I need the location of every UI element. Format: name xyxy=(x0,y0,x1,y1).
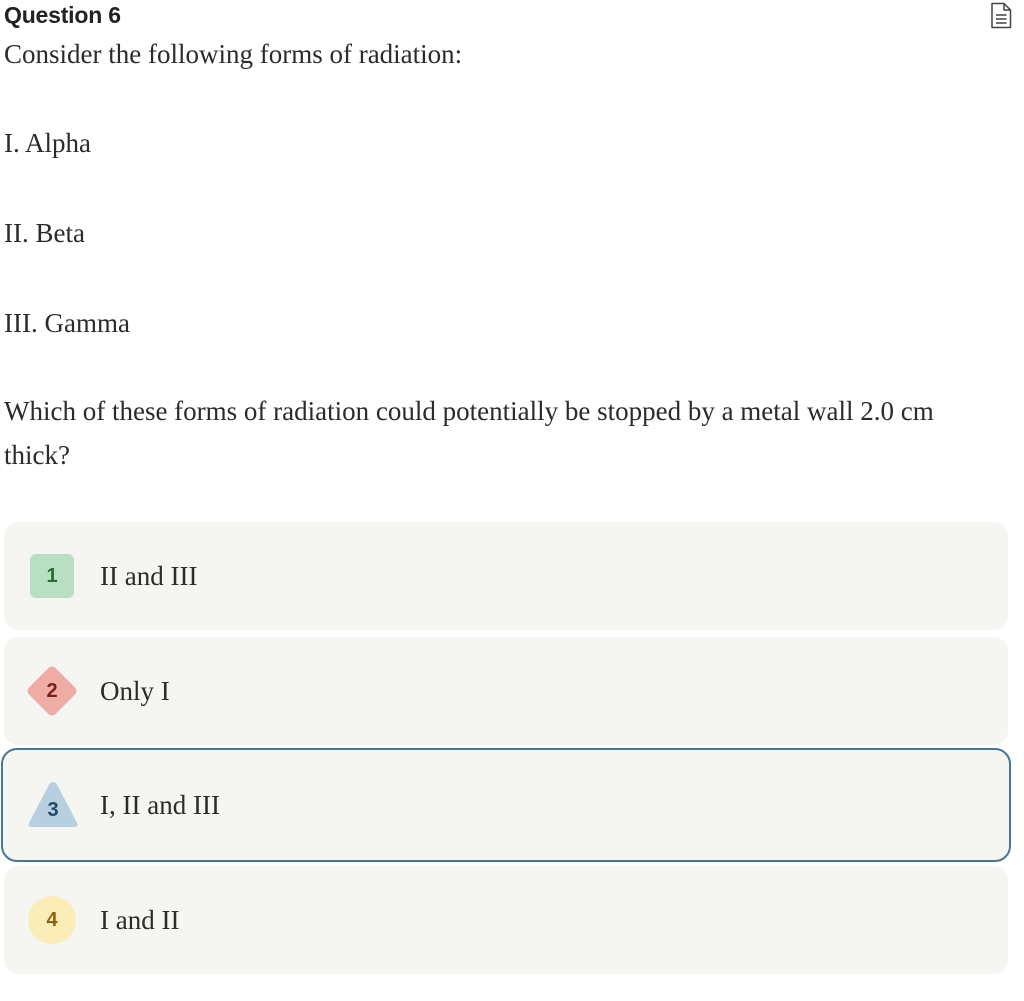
option-number: 2 xyxy=(46,680,58,702)
radiation-item-gamma: III. Gamma xyxy=(4,308,130,338)
option-label: I and II xyxy=(100,905,180,935)
answer-option-4[interactable]: 4 I and II xyxy=(4,866,1008,974)
question-header: Question 6 xyxy=(4,0,1014,34)
square-badge-icon: 1 xyxy=(26,550,78,602)
option-label: II and III xyxy=(100,561,198,591)
answer-option-1[interactable]: 1 II and III xyxy=(4,522,1008,630)
question-intro: Consider the following forms of radiatio… xyxy=(4,39,463,69)
document-icon[interactable] xyxy=(990,2,1012,29)
answer-option-2[interactable]: 2 Only I xyxy=(4,637,1008,745)
option-number: 3 xyxy=(47,799,59,821)
radiation-item-beta: II. Beta xyxy=(4,218,85,248)
question-title: Question 6 xyxy=(4,2,121,28)
diamond-badge-icon: 2 xyxy=(26,665,78,717)
circle-badge-icon: 4 xyxy=(26,894,78,946)
question-prompt: Which of these forms of radiation could … xyxy=(4,396,934,470)
answer-option-3[interactable]: 3 I, II and III xyxy=(1,748,1011,862)
option-label: Only I xyxy=(100,676,170,706)
option-label: I, II and III xyxy=(100,790,220,820)
option-number: 4 xyxy=(46,909,58,931)
radiation-item-alpha: I. Alpha xyxy=(4,128,91,158)
option-number: 1 xyxy=(46,565,58,587)
triangle-badge-icon: 3 xyxy=(27,779,79,831)
